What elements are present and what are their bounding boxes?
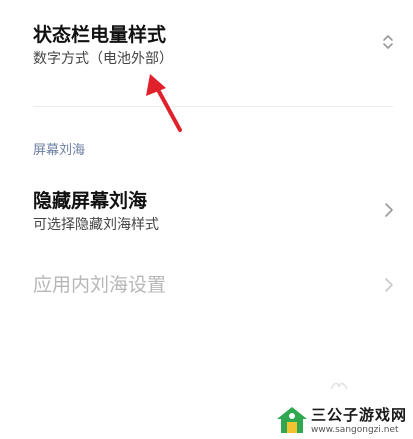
watermark-name: 三公子游戏网 xyxy=(311,406,408,424)
chevron-right-icon xyxy=(385,203,393,217)
settings-screen: 状态栏电量样式 数字方式（电池外部） 屏幕刘海 隐藏屏幕刘海 可选择隐藏刘海样式… xyxy=(0,0,413,439)
battery-style-row[interactable]: 状态栏电量样式 数字方式（电池外部） xyxy=(0,0,413,100)
watermark: 三公子游戏网 www.sangongzi.net xyxy=(275,403,413,439)
hide-notch-title: 隐藏屏幕刘海 xyxy=(33,190,148,212)
watermark-swirl-icon xyxy=(330,382,348,390)
chevron-right-icon xyxy=(385,278,393,292)
section-header-notch: 屏幕刘海 xyxy=(33,143,86,158)
chevron-up-down-icon xyxy=(383,35,393,49)
battery-style-subtitle: 数字方式（电池外部） xyxy=(33,51,173,67)
in-app-notch-row[interactable]: 应用内刘海设置 xyxy=(0,258,413,314)
hide-notch-row[interactable]: 隐藏屏幕刘海 可选择隐藏刘海样式 xyxy=(0,175,413,245)
in-app-notch-title: 应用内刘海设置 xyxy=(33,274,167,296)
hide-notch-subtitle: 可选择隐藏刘海样式 xyxy=(33,217,159,233)
divider xyxy=(33,106,393,107)
red-arrow-icon xyxy=(146,74,182,132)
battery-style-title: 状态栏电量样式 xyxy=(33,24,167,46)
house-logo-icon xyxy=(277,407,307,433)
watermark-url: www.sangongzi.net xyxy=(311,425,399,435)
